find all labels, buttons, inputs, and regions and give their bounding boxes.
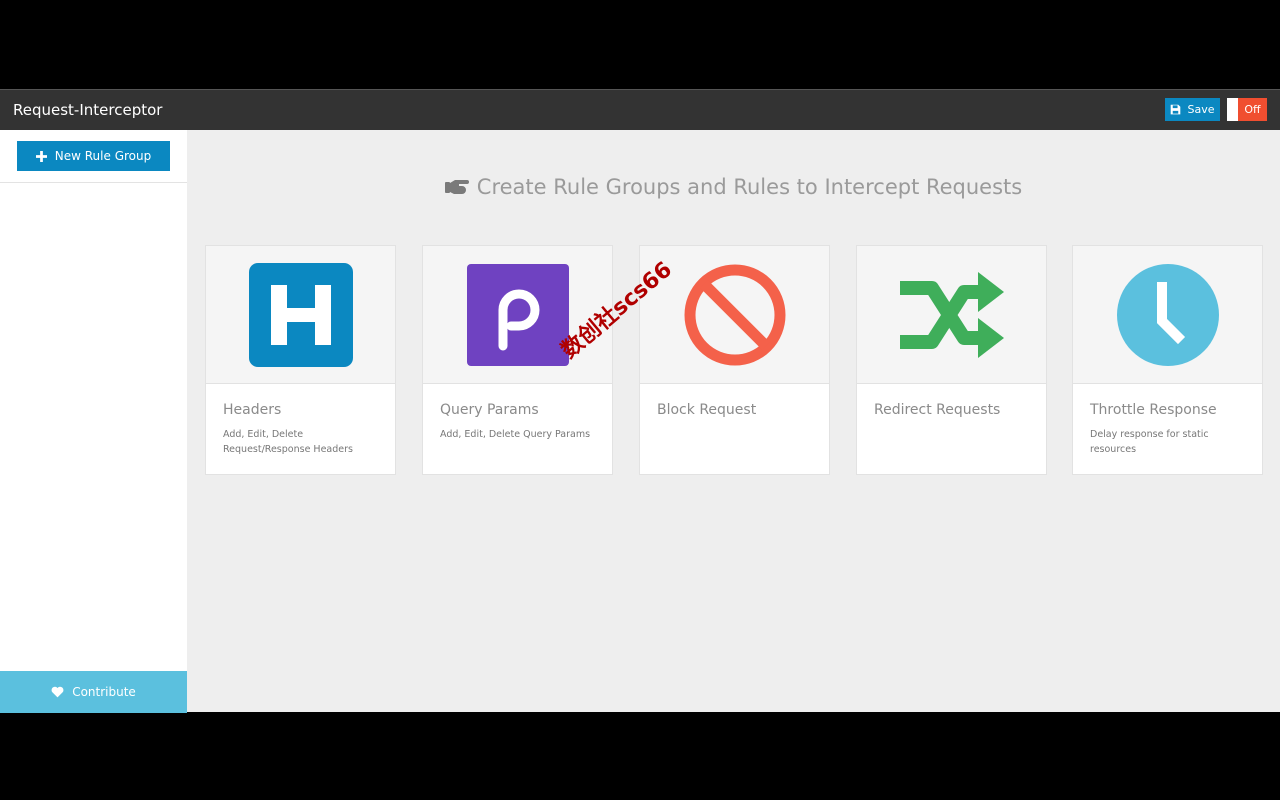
card-icon-area bbox=[1073, 246, 1262, 384]
heart-icon bbox=[51, 686, 64, 698]
shuffle-icon bbox=[899, 271, 1004, 358]
contribute-button[interactable]: Contribute bbox=[0, 671, 187, 713]
card-description: Add, Edit, Delete Query Params bbox=[440, 429, 591, 440]
top-bar: Request-Interceptor Save Off bbox=[0, 89, 1280, 130]
save-button[interactable]: Save bbox=[1165, 98, 1220, 121]
headers-icon bbox=[248, 262, 353, 367]
interceptor-toggle[interactable]: Off bbox=[1227, 98, 1267, 121]
contribute-label: Contribute bbox=[72, 685, 136, 699]
plus-icon bbox=[35, 150, 47, 162]
rule-card-throttle-response[interactable]: Throttle Response Delay response for sta… bbox=[1072, 245, 1263, 475]
card-title: Block Request bbox=[657, 402, 757, 418]
card-icon-area bbox=[857, 246, 1046, 384]
block-icon bbox=[684, 264, 785, 365]
sidebar: New Rule Group Contribute bbox=[0, 130, 187, 713]
save-button-label: Save bbox=[1187, 103, 1215, 116]
app-window: Request-Interceptor Save Off New Rule Gr… bbox=[0, 89, 1280, 713]
toggle-state-label: Off bbox=[1238, 98, 1267, 121]
rule-card-redirect-requests[interactable]: Redirect Requests bbox=[856, 245, 1047, 475]
rule-card-headers[interactable]: Headers Add, Edit, Delete Request/Respon… bbox=[205, 245, 396, 475]
app-title: Request-Interceptor bbox=[13, 101, 163, 119]
card-icon-area bbox=[206, 246, 395, 384]
sidebar-divider bbox=[0, 182, 187, 183]
toggle-knob bbox=[1227, 98, 1238, 121]
card-description: Delay response for static resources bbox=[1090, 429, 1209, 455]
query-params-icon bbox=[466, 263, 569, 366]
pointing-hand-icon bbox=[444, 180, 469, 194]
page-title: Create Rule Groups and Rules to Intercep… bbox=[187, 175, 1280, 199]
rule-card-query-params[interactable]: Query Params Add, Edit, Delete Query Par… bbox=[422, 245, 613, 475]
card-title: Headers bbox=[223, 402, 282, 418]
card-description: Add, Edit, Delete Request/Response Heade… bbox=[223, 429, 353, 455]
page-title-text: Create Rule Groups and Rules to Intercep… bbox=[476, 175, 1023, 199]
new-rule-group-button[interactable]: New Rule Group bbox=[17, 141, 170, 171]
clock-icon bbox=[1116, 263, 1219, 366]
card-title: Redirect Requests bbox=[874, 402, 1001, 418]
card-title: Query Params bbox=[440, 402, 539, 418]
floppy-disk-icon bbox=[1171, 104, 1181, 115]
new-rule-group-label: New Rule Group bbox=[54, 149, 152, 163]
card-title: Throttle Response bbox=[1090, 402, 1217, 418]
